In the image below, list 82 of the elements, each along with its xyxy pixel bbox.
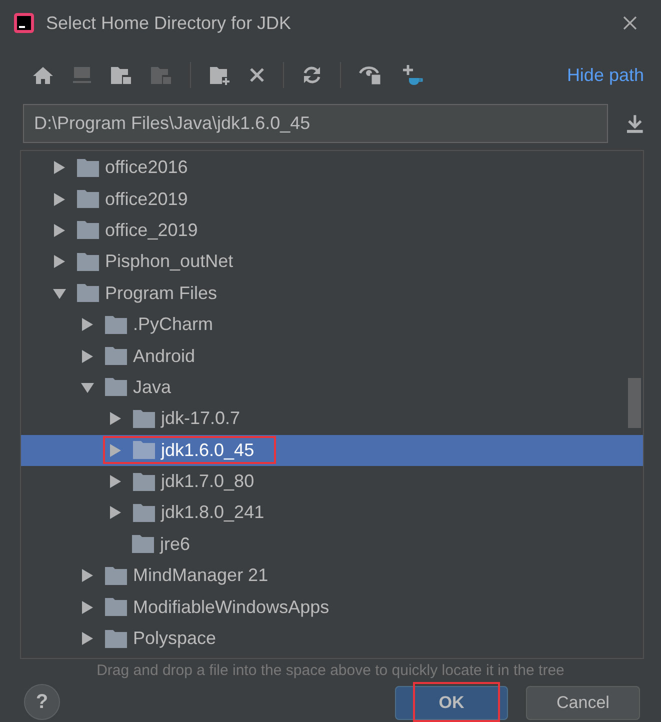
collapsed-arrow-icon[interactable]: [81, 350, 94, 363]
folder-name: MindManager 21: [133, 564, 268, 588]
hide-path-link[interactable]: Hide path: [566, 62, 644, 88]
collapsed-arrow-icon[interactable]: [53, 161, 66, 174]
folder-name: Java: [133, 376, 172, 399]
expanded-arrow-icon[interactable]: [81, 380, 94, 394]
hint-text: Drag and drop a file into the space above to quickly locate it in the tree: [96, 661, 566, 681]
add-cup-icon[interactable]: [401, 64, 425, 86]
folder-icon: [77, 284, 99, 302]
folder-icon: [105, 566, 127, 585]
delete-icon[interactable]: [249, 67, 265, 83]
folder-icon: [77, 190, 99, 208]
folder-icon: [133, 441, 155, 460]
folder-name: ModifiableWindowsApps: [133, 596, 330, 619]
home-icon[interactable]: [32, 65, 54, 85]
download-icon[interactable]: [626, 114, 644, 134]
scrollbar-thumb[interactable]: [628, 378, 641, 428]
folder-name: jdk1.7.0_80: [161, 470, 254, 494]
folder-icon: [77, 221, 99, 240]
folder-name: jdk-17.0.7: [161, 407, 240, 430]
ok-button[interactable]: OK: [395, 686, 508, 720]
window-title: Select Home Directory for JDK: [46, 12, 292, 35]
folder-icon: [105, 378, 127, 396]
tree-row[interactable]: Android: [21, 340, 643, 372]
collapsed-arrow-icon[interactable]: [109, 506, 122, 520]
expanded-arrow-icon[interactable]: [53, 286, 66, 300]
collapsed-arrow-icon[interactable]: [81, 600, 94, 614]
tree-row[interactable]: MindManager 21: [21, 560, 643, 592]
folder-icon: [105, 316, 127, 334]
tree-row[interactable]: office2019: [21, 183, 643, 215]
folder-name: Android: [133, 344, 196, 368]
new-folder-icon[interactable]: [209, 65, 231, 85]
tree-row[interactable]: office2016: [21, 152, 643, 184]
collapsed-arrow-icon[interactable]: [53, 192, 66, 206]
folder-icon: [150, 65, 172, 85]
tree-row[interactable]: Java: [21, 372, 643, 404]
tree-row[interactable]: Polyspace: [21, 622, 643, 654]
tree-row[interactable]: Program Files: [21, 278, 643, 309]
folder-name: .PyCharm: [133, 313, 214, 336]
folder-name: Program Files: [105, 282, 218, 305]
tree-row[interactable]: ModifiableWindowsApps: [21, 591, 643, 623]
folder-name: jdk1.8.0_241: [161, 501, 264, 524]
collapsed-arrow-icon[interactable]: [109, 412, 122, 426]
refresh-icon[interactable]: [302, 65, 322, 85]
collapsed-arrow-icon[interactable]: [81, 569, 94, 582]
folder-icon[interactable]: [110, 65, 132, 85]
app-logo-icon: [14, 13, 34, 33]
collapsed-arrow-icon[interactable]: [81, 632, 94, 646]
tree-row[interactable]: Pisphon_outNet: [21, 246, 643, 278]
close-icon[interactable]: [623, 16, 637, 30]
folder-icon: [133, 410, 155, 428]
folder-icon: [77, 158, 99, 177]
help-button[interactable]: ?: [24, 684, 60, 720]
tree-row[interactable]: .PyCharm: [21, 308, 643, 340]
folder-name: Polyspace: [133, 627, 216, 650]
folder-name: Pisphon_outNet: [105, 250, 234, 274]
folder-name: office2016: [105, 156, 188, 180]
folder-icon: [105, 347, 127, 366]
tree-row[interactable]: office_2019: [21, 214, 643, 246]
tree-row[interactable]: jre6: [21, 528, 643, 560]
folder-name: office_2019: [105, 218, 198, 242]
folder-icon: [105, 630, 127, 648]
path-field[interactable]: D:\Program Files\Java\jdk1.6.0_45: [23, 104, 608, 143]
eye-document-icon[interactable]: [359, 64, 383, 86]
folder-icon: [133, 472, 155, 491]
monitor-icon: [72, 66, 92, 84]
collapsed-arrow-icon[interactable]: [53, 224, 66, 237]
tree-row[interactable]: jdk-17.0.7: [21, 403, 643, 435]
tree-row[interactable]: jdk1.7.0_80: [21, 466, 643, 498]
folder-icon: [105, 598, 127, 616]
folder-icon: [77, 252, 99, 271]
cancel-button[interactable]: Cancel: [526, 686, 640, 720]
tree-row[interactable]: jdk1.6.0_45: [21, 434, 643, 466]
folder-icon: [132, 535, 154, 554]
folder-icon: [133, 504, 155, 522]
folder-name: jdk1.6.0_45: [161, 438, 254, 462]
folder-name: jre6: [160, 532, 190, 556]
tree-row[interactable]: jdk1.8.0_241: [21, 497, 643, 529]
collapsed-arrow-icon[interactable]: [109, 475, 122, 488]
collapsed-arrow-icon[interactable]: [53, 255, 66, 268]
folder-name: office2019: [105, 188, 188, 211]
collapsed-arrow-icon[interactable]: [81, 318, 94, 332]
